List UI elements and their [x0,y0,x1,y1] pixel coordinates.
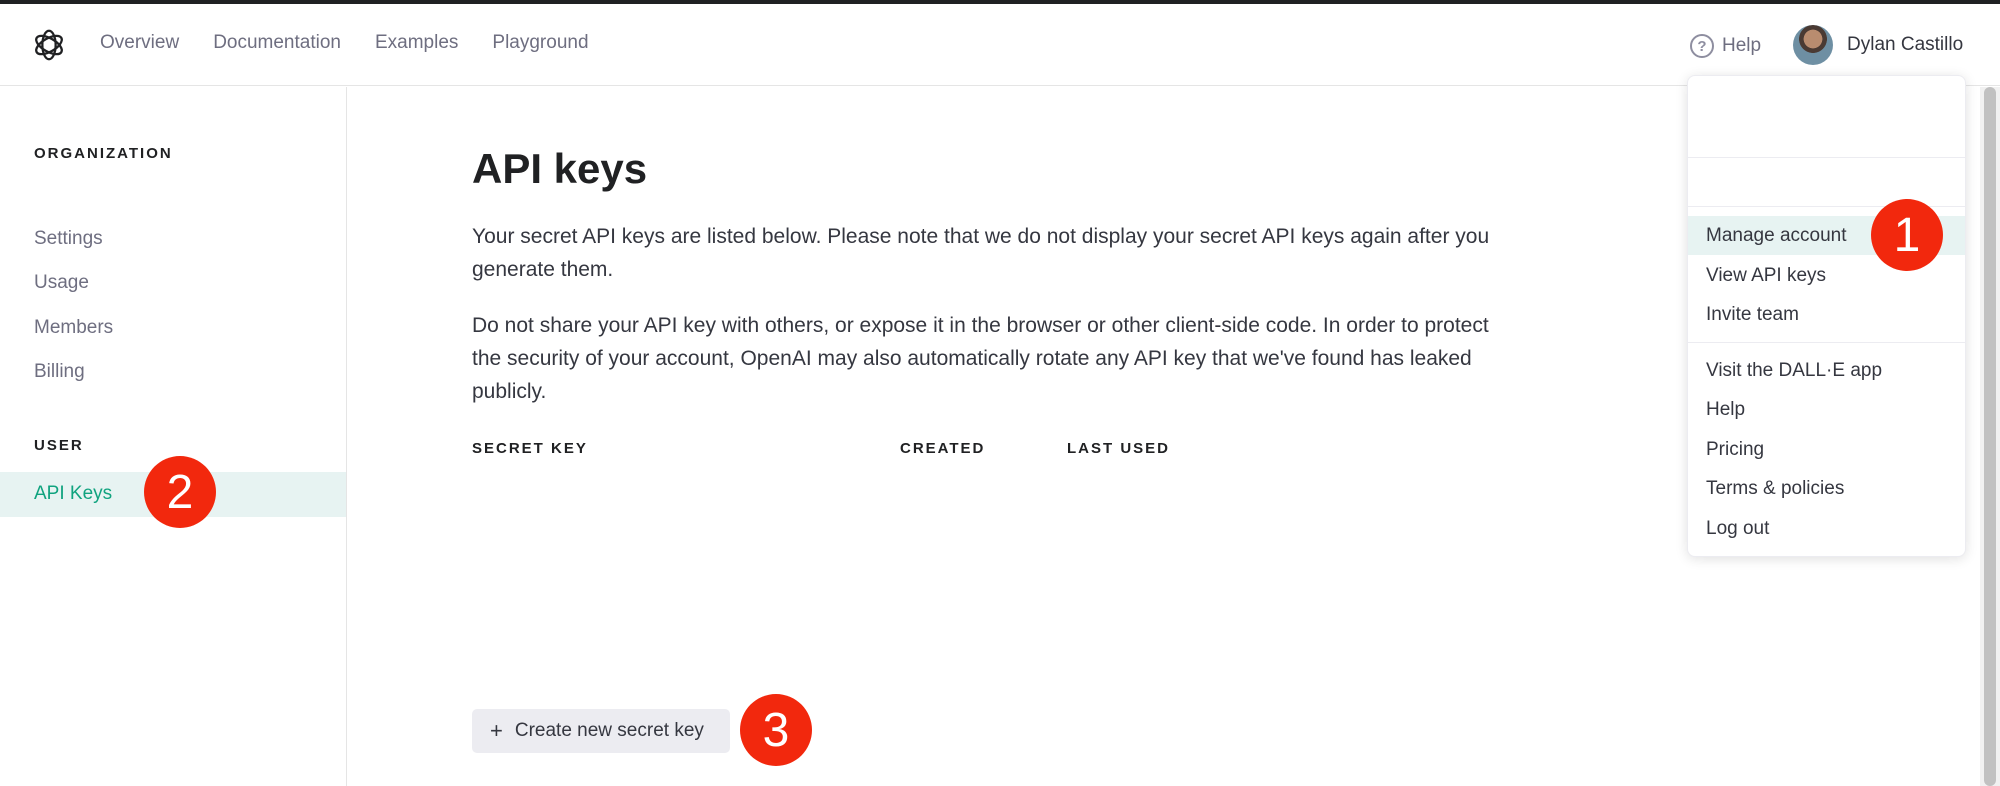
page-title: API keys [472,145,648,192]
openai-logo-icon[interactable] [30,26,68,64]
sidebar-item-members[interactable]: Members [34,317,113,339]
question-circle-icon: ? [1690,34,1714,58]
avatar [1793,25,1833,65]
annotation-badge-2: 2 [144,456,216,528]
sidebar-item-settings[interactable]: Settings [34,228,103,250]
annotation-badge-1: 1 [1871,199,1943,271]
create-button-label: Create new secret key [514,720,704,741]
sidebar-item-label: API Keys [34,483,113,504]
menu-item-help[interactable]: Help [1706,399,1745,421]
annotation-badge-3: 3 [740,694,812,766]
sidebar: ORGANIZATION Settings Usage Members Bill… [0,87,347,786]
help-label: Help [1722,35,1762,56]
help-link[interactable]: ? Help [1690,34,1761,58]
menu-item-log-out[interactable]: Log out [1706,518,1769,540]
organization-header: ORGANIZATION [34,145,173,162]
scrollbar[interactable] [1980,87,2000,786]
user-menu-button[interactable]: Dylan Castillo [1793,25,1963,65]
menu-divider [1688,342,1965,343]
column-header-last-used: LAST USED [1067,440,1171,457]
user-dropdown-menu: Manage account View API keys Invite team… [1687,75,1966,557]
menu-divider [1688,157,1965,158]
top-navbar: Overview Documentation Examples Playgrou… [0,4,2000,86]
nav-playground[interactable]: Playground [492,32,588,54]
menu-item-manage-account[interactable]: Manage account [1706,225,1847,247]
menu-item-terms[interactable]: Terms & policies [1706,478,1844,500]
sidebar-item-billing[interactable]: Billing [34,361,85,383]
nav-examples[interactable]: Examples [375,32,458,54]
scrollbar-thumb[interactable] [1984,87,1996,786]
user-name: Dylan Castillo [1847,34,1964,55]
nav-overview[interactable]: Overview [100,32,179,54]
sidebar-item-usage[interactable]: Usage [34,272,89,294]
column-header-created: CREATED [900,440,986,457]
intro-paragraph: Your secret API keys are listed below. P… [472,225,1490,281]
menu-item-view-api-keys[interactable]: View API keys [1706,265,1826,287]
menu-item-dalle-app[interactable]: Visit the DALL·E app [1706,360,1882,382]
menu-item-invite-team[interactable]: Invite team [1706,304,1799,326]
create-secret-key-button[interactable]: + Create new secret key [472,709,730,753]
nav-documentation[interactable]: Documentation [213,32,341,54]
column-header-secret-key: SECRET KEY [472,440,588,457]
plus-icon: + [490,718,503,743]
menu-item-pricing[interactable]: Pricing [1706,439,1764,461]
user-header: USER [34,437,84,454]
main-nav: Overview Documentation Examples Playgrou… [100,32,623,54]
warning-paragraph: Do not share your API key with others, o… [472,314,1489,403]
